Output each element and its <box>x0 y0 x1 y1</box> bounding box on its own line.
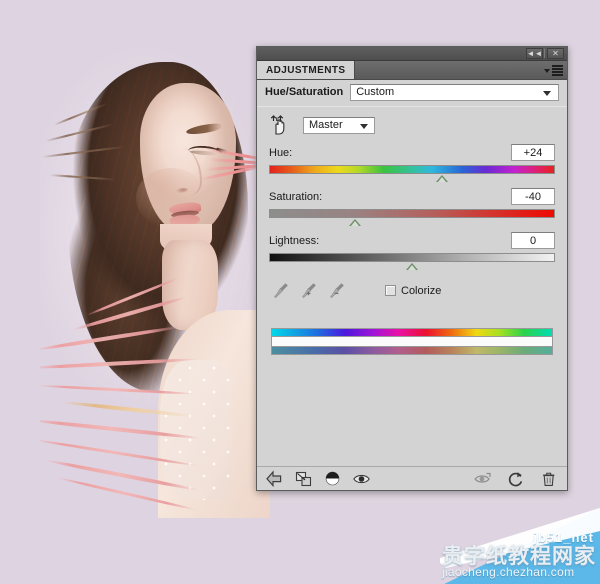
toggle-layer-visibility-icon[interactable] <box>352 470 372 488</box>
panel-menu-icon[interactable] <box>544 65 563 76</box>
hamburger-icon <box>552 65 563 76</box>
spectrum-gap <box>271 337 553 346</box>
chevron-down-icon <box>360 123 368 129</box>
panel-tabstrip: ADJUSTMENTS <box>257 61 567 80</box>
portrait-photo <box>40 28 270 518</box>
lightness-track[interactable] <box>269 253 555 262</box>
preset-row: Hue/Saturation Custom <box>257 80 567 104</box>
watermark: jb51_net 贵字纸教程网家 jiaocheng.chezhan.com <box>440 504 600 584</box>
hue-track-wrap[interactable] <box>269 165 555 183</box>
eyedropper-minus-icon[interactable] <box>329 281 346 300</box>
hue-value-input[interactable]: +24 <box>511 144 555 161</box>
saturation-track-wrap[interactable] <box>269 209 555 227</box>
saturation-slider-group: Saturation: -40 <box>257 183 567 227</box>
lightness-track-wrap[interactable] <box>269 253 555 271</box>
preset-dropdown[interactable]: Custom <box>350 83 559 101</box>
hue-slider-thumb[interactable] <box>436 175 449 182</box>
colorize-checkbox[interactable] <box>385 285 396 296</box>
close-icon[interactable]: ✕ <box>547 48 564 59</box>
lightness-slider-thumb[interactable] <box>406 263 418 270</box>
saturation-track[interactable] <box>269 209 555 218</box>
output-hue-spectrum[interactable] <box>271 346 553 355</box>
saturation-label: Saturation: <box>269 190 323 203</box>
adjustments-panel: ◄◄ ✕ ADJUSTMENTS Hue/Saturation Custom M… <box>256 46 568 491</box>
toggle-layer-mask-icon[interactable] <box>323 470 343 488</box>
lightness-value-input[interactable]: 0 <box>511 232 555 249</box>
saturation-value-input[interactable]: -40 <box>511 188 555 205</box>
hue-track[interactable] <box>269 165 555 174</box>
hue-spectrum-bars <box>257 300 567 355</box>
watermark-url: jiaocheng.chezhan.com <box>442 565 575 579</box>
collapse-icon[interactable]: ◄◄ <box>526 48 543 59</box>
titlebar-divider <box>544 49 545 58</box>
hue-slider-group: Hue: +24 <box>257 139 567 183</box>
preset-value: Custom <box>356 86 395 98</box>
tab-adjustments[interactable]: ADJUSTMENTS <box>257 61 356 79</box>
reset-adjustment-icon[interactable] <box>506 470 526 488</box>
channel-value: Master <box>309 119 343 131</box>
return-to-adjustment-list-icon[interactable] <box>265 469 285 488</box>
chevron-down-icon <box>543 90 551 96</box>
eyedropper-add-icon[interactable] <box>301 281 318 300</box>
on-image-adjust-icon[interactable] <box>269 114 291 136</box>
view-previous-state-icon[interactable] <box>473 470 493 488</box>
eyedropper-icon[interactable] <box>273 281 290 300</box>
input-hue-spectrum <box>271 328 553 337</box>
lightness-slider-group: Lightness: 0 <box>257 227 567 271</box>
colorize-row: Colorize <box>257 271 567 300</box>
panel-footer-toolbar <box>257 466 567 490</box>
clip-to-layer-icon[interactable] <box>294 470 314 488</box>
delete-adjustment-layer-icon[interactable] <box>539 470 559 488</box>
panel-titlebar: ◄◄ ✕ <box>257 47 567 61</box>
lightness-label: Lightness: <box>269 234 320 247</box>
channel-row: Master <box>257 107 567 139</box>
chevron-down-icon <box>544 69 550 73</box>
adjustment-title: Hue/Saturation <box>265 86 344 98</box>
saturation-slider-thumb[interactable] <box>348 219 361 226</box>
hue-label: Hue: <box>269 146 293 159</box>
colorize-label: Colorize <box>401 284 442 297</box>
lace-dress <box>160 360 232 500</box>
channel-dropdown[interactable]: Master <box>303 116 375 134</box>
